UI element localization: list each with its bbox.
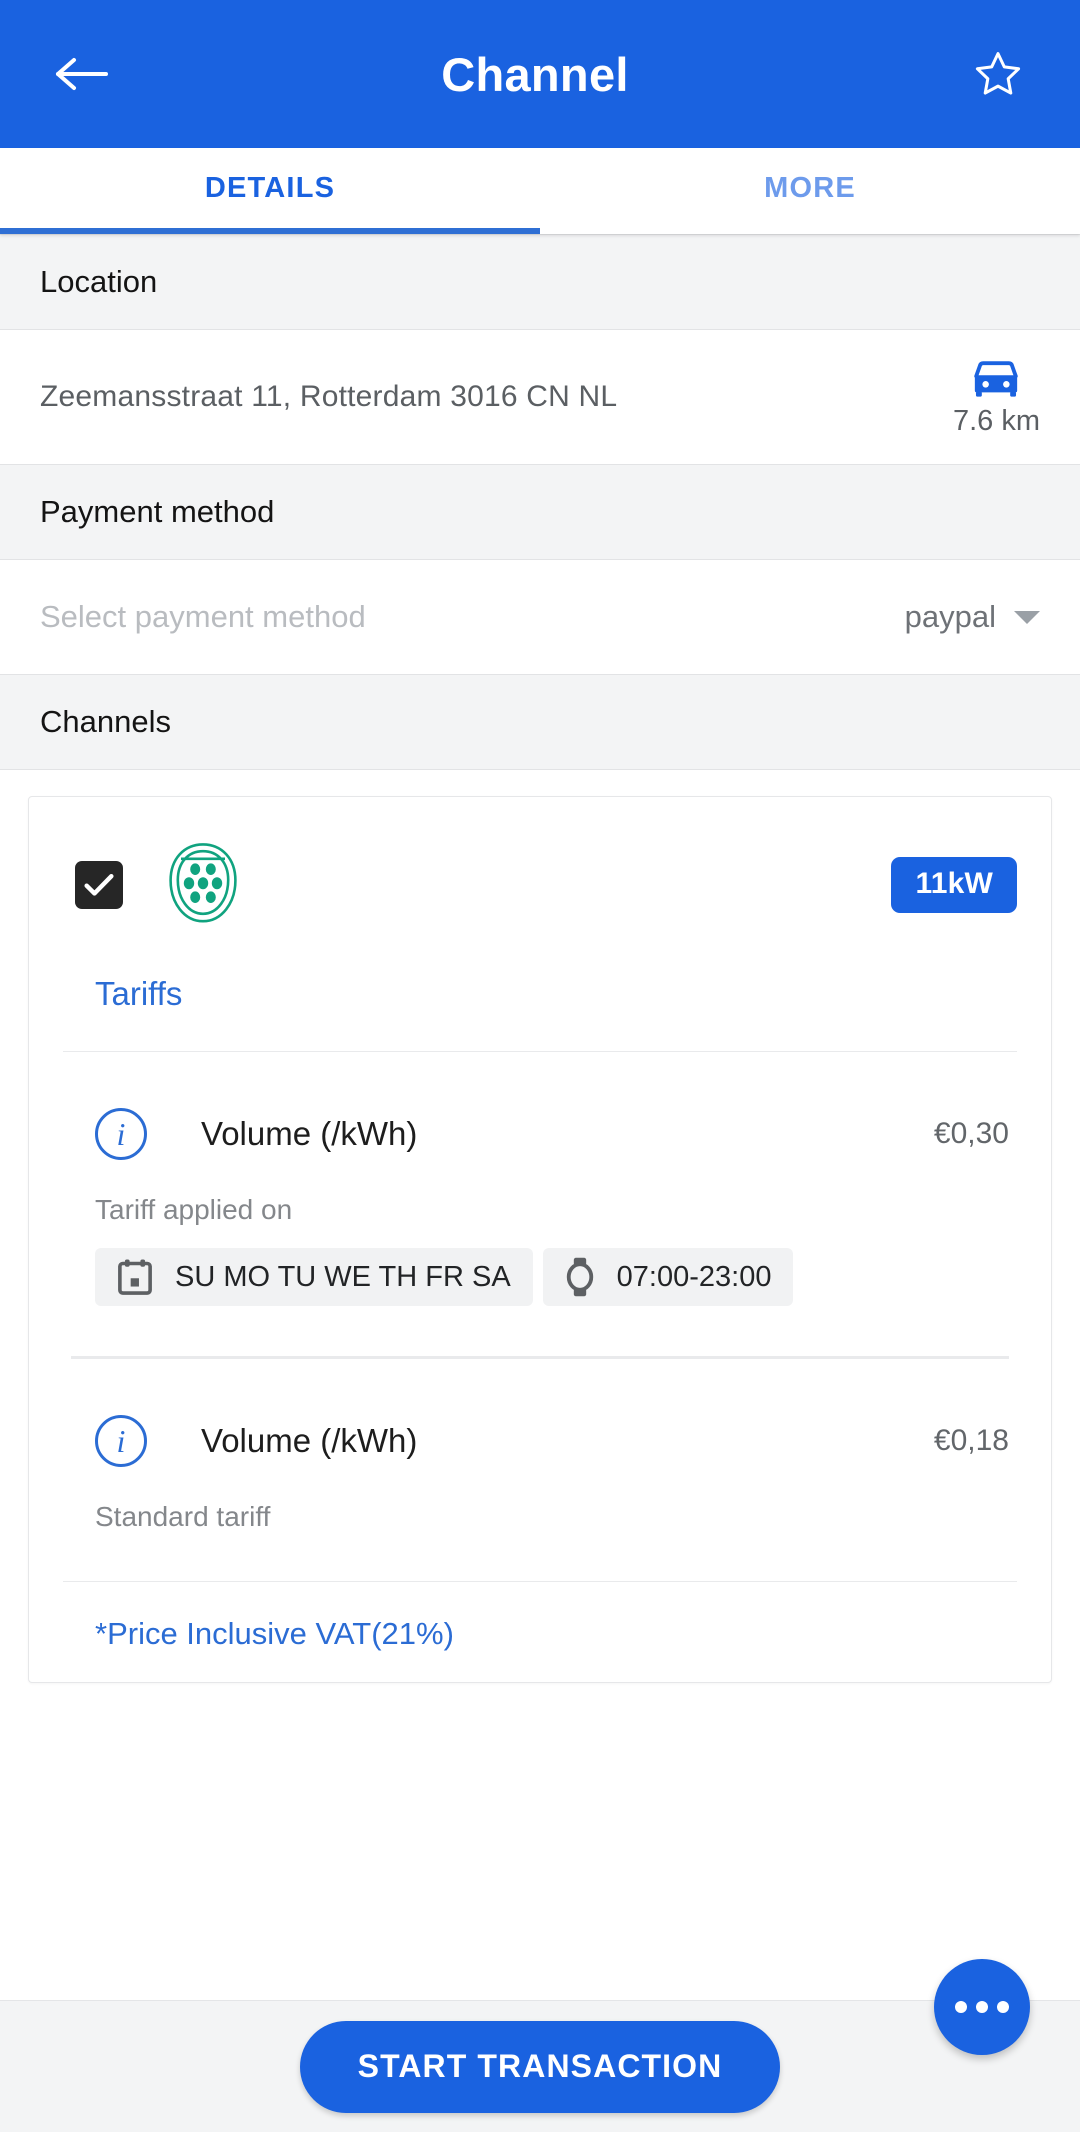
info-circle-icon[interactable]: i (95, 1415, 147, 1467)
tariff-applied-label: Standard tariff (95, 1501, 271, 1532)
channel-card-wrap: 11kW Tariffs i Volume (/kWh) €0,30 Tarif… (0, 770, 1080, 1683)
location-row[interactable]: Zeemansstraat 11, Rotterdam 3016 CN NL 7… (0, 330, 1080, 464)
payment-placeholder: Select payment method (40, 599, 366, 634)
dot (997, 2001, 1009, 2013)
payment-method-select[interactable]: paypal (905, 599, 1040, 635)
location-address: Zeemansstraat 11, Rotterdam 3016 CN NL (40, 380, 618, 413)
tariff-chips: SU MO TU WE TH FR SA 07:00-23:00 (63, 1226, 1017, 1356)
arrow-left-icon (56, 58, 108, 90)
start-transaction-button[interactable]: START TRANSACTION (299, 2020, 781, 2113)
section-title-channels: Channels (40, 704, 171, 739)
tariff-chip-days-text: SU MO TU WE TH FR SA (175, 1260, 511, 1293)
section-header-channels: Channels (0, 674, 1080, 770)
payment-selected-value: paypal (904, 599, 996, 634)
tariff-chip-hours: 07:00-23:00 (542, 1248, 794, 1306)
tab-more[interactable]: MORE (540, 148, 1080, 234)
watch-icon (566, 1257, 593, 1297)
bottom-action-bar: START TRANSACTION (0, 1959, 1080, 2132)
dot (976, 2001, 988, 2013)
distance-label: 7.6 km (952, 404, 1040, 437)
car-icon (974, 360, 1019, 397)
payment-method-row[interactable]: Select payment method paypal (0, 560, 1080, 674)
vat-note[interactable]: *Price Inclusive VAT(21%) (63, 1582, 1017, 1682)
scroll-content[interactable]: Location Zeemansstraat 11, Rotterdam 301… (0, 234, 1080, 2132)
info-circle-icon[interactable]: i (95, 1108, 147, 1160)
tab-details[interactable]: DETAILS (0, 148, 540, 234)
section-title-payment: Payment method (40, 494, 275, 529)
page-title: Channel (441, 47, 629, 101)
dot (955, 2001, 967, 2013)
app-bar: Channel (0, 0, 1080, 148)
channel-checkbox[interactable] (75, 861, 123, 909)
channel-card[interactable]: 11kW Tariffs i Volume (/kWh) €0,30 Tarif… (28, 796, 1052, 1683)
tab-active-indicator (0, 228, 540, 234)
app-screen: Channel DETAILS MORE Location Zeemansstr… (0, 0, 1080, 2132)
section-header-payment: Payment method (0, 464, 1080, 560)
tariff-name: Volume (/kWh) (201, 1422, 418, 1459)
tariff-price: €0,18 (933, 1424, 1009, 1457)
tariff-main-line: i Volume (/kWh) €0,30 (63, 1052, 1017, 1160)
tariff-main-line: i Volume (/kWh) €0,18 (63, 1359, 1017, 1467)
section-header-location: Location (0, 234, 1080, 330)
section-title-location: Location (40, 264, 158, 299)
overflow-dots-icon[interactable] (934, 1959, 1030, 2055)
tariffs-title[interactable]: Tariffs (63, 939, 1017, 1051)
tab-bar: DETAILS MORE (0, 148, 1080, 234)
tariff-row: i Volume (/kWh) €0,18 Standard tariff (63, 1359, 1017, 1581)
tariff-applied-label: Tariff applied on (95, 1194, 293, 1225)
favorite-button[interactable] (962, 38, 1034, 110)
tariff-name: Volume (/kWh) (201, 1115, 418, 1152)
channel-card-header: 11kW (63, 831, 1017, 939)
checkmark-icon (84, 873, 114, 896)
type2-connector-icon (163, 840, 243, 931)
power-badge: 11kW (891, 857, 1017, 913)
tariff-chip-days: SU MO TU WE TH FR SA (95, 1248, 533, 1306)
caret-down-icon (1014, 610, 1040, 624)
star-outline-icon (975, 52, 1021, 95)
distance-block[interactable]: 7.6 km (953, 357, 1040, 438)
calendar-icon (118, 1259, 152, 1295)
tariff-chip-hours-text: 07:00-23:00 (616, 1260, 772, 1293)
tariff-row: i Volume (/kWh) €0,30 Tariff applied on (63, 1052, 1017, 1356)
tariff-price: €0,30 (933, 1117, 1009, 1150)
